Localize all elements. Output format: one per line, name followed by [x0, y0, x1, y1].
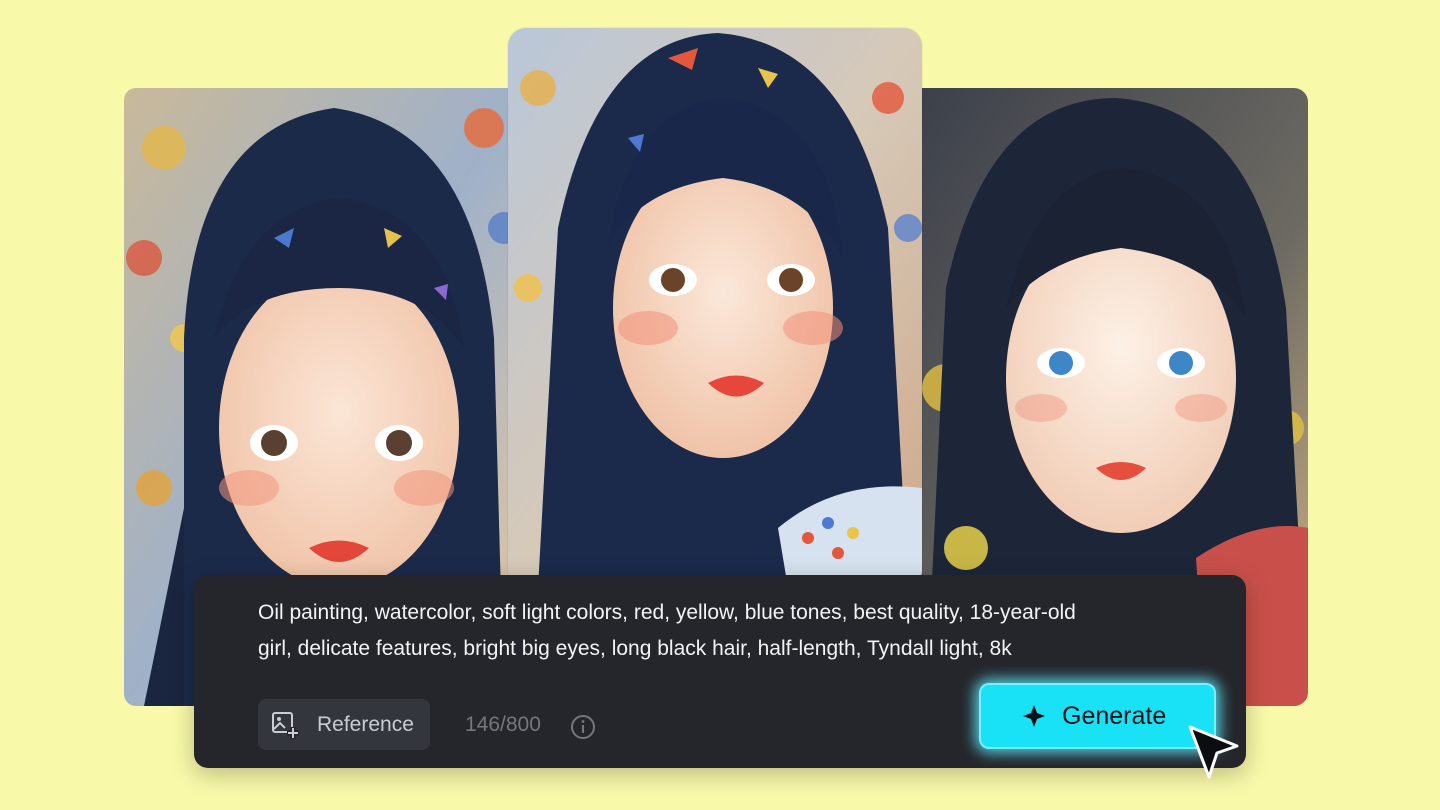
canvas: Oil painting, watercolor, soft light col…	[0, 0, 1440, 810]
prompt-line-1: Oil painting, watercolor, soft light col…	[258, 601, 1076, 624]
generated-image-center[interactable]	[508, 28, 922, 588]
generate-button[interactable]: Generate	[979, 683, 1216, 749]
info-icon[interactable]	[570, 714, 596, 740]
prompt-panel: Oil painting, watercolor, soft light col…	[194, 575, 1246, 768]
sparkle-icon	[1023, 705, 1045, 727]
prompt-line-2: girl, delicate features, bright big eyes…	[258, 637, 1012, 660]
prompt-textarea[interactable]: Oil painting, watercolor, soft light col…	[258, 595, 1198, 667]
mouse-cursor-icon	[1188, 725, 1239, 779]
character-counter: 146/800	[465, 713, 541, 736]
generate-label: Generate	[1062, 701, 1167, 730]
reference-label: Reference	[317, 712, 414, 736]
image-add-icon	[272, 711, 299, 739]
reference-button[interactable]: Reference	[258, 699, 430, 750]
